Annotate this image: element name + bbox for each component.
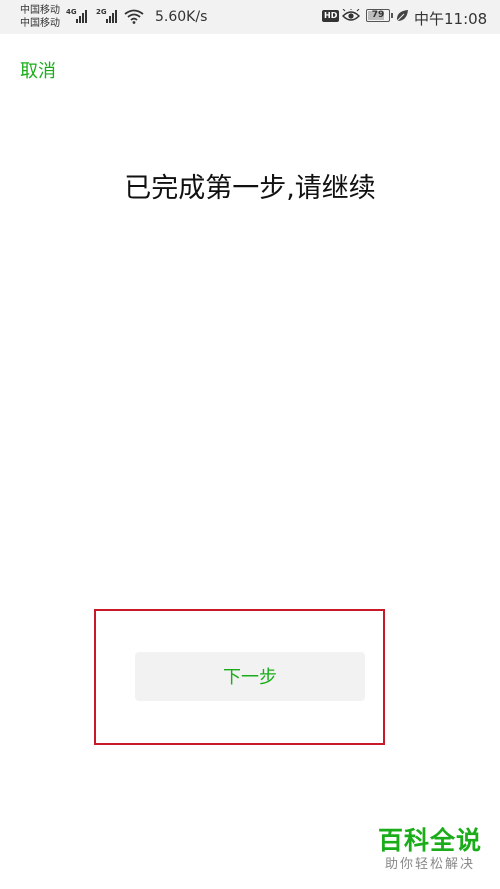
page-title: 已完成第一步,请继续 <box>124 173 376 204</box>
clock: 中午11:08 <box>414 10 488 28</box>
status-bar: 中国移动 中国移动 4G 2G 5.60K/s HD 79 中午11:08 <box>0 0 500 34</box>
carrier-2: 中国移动 <box>20 18 60 29</box>
hd-badge: HD <box>322 10 340 22</box>
watermark-brand: 百科全说 <box>377 826 482 855</box>
eye-icon <box>342 9 360 21</box>
battery-icon: 79 <box>366 9 393 22</box>
battery-level: 79 <box>371 10 385 20</box>
leaf-icon <box>396 10 408 22</box>
next-step-button[interactable]: 下一步 <box>135 652 365 701</box>
carrier-1: 中国移动 <box>20 5 60 16</box>
screen: 中国移动 中国移动 4G 2G 5.60K/s HD 79 中午11:08 取消… <box>0 0 500 889</box>
watermark-slogan: 助你轻松解决 <box>384 857 475 872</box>
watermark-logo: 百科全说 助你轻松解决 <box>374 826 486 874</box>
carrier-names: 中国移动 中国移动 <box>20 4 60 30</box>
wifi-icon <box>124 9 144 24</box>
network-speed: 5.60K/s <box>155 9 208 25</box>
cancel-button[interactable]: 取消 <box>20 57 56 83</box>
